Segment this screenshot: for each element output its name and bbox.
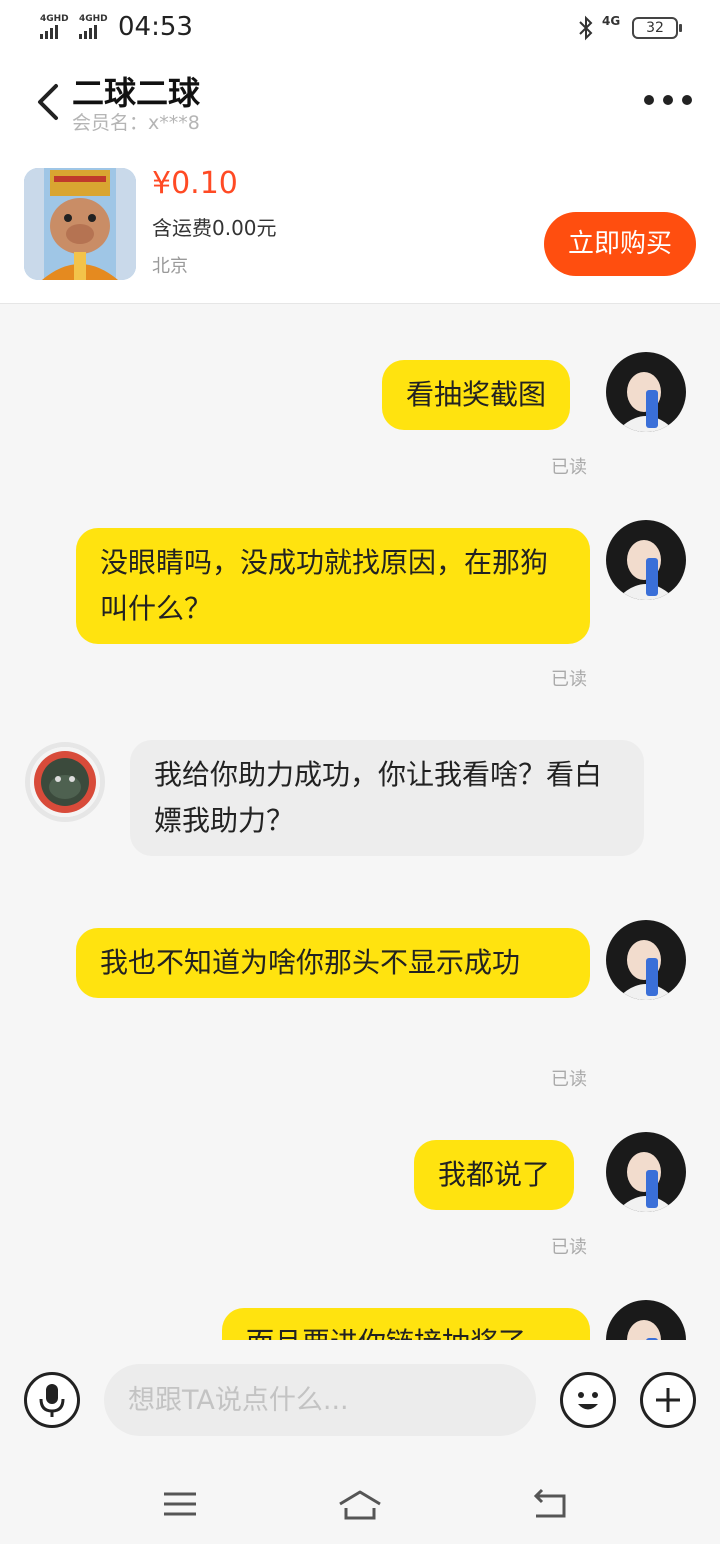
member-name: 会员名：x***8: [72, 112, 200, 134]
contact-avatar[interactable]: [25, 742, 105, 822]
emoji-button[interactable]: [560, 1372, 616, 1428]
status-bar: 4GHD 4GHD 04:53 4G 32: [0, 0, 720, 58]
product-card[interactable]: ¥0.10 含运费0.00元 北京 立即购买: [0, 148, 720, 304]
signal-1-label: 4GHD: [40, 14, 69, 24]
my-avatar[interactable]: [606, 520, 686, 600]
plus-icon: [656, 1388, 680, 1412]
message-bubble[interactable]: 我都说了: [414, 1140, 575, 1210]
buy-now-button[interactable]: 立即购买: [544, 212, 696, 276]
message-input[interactable]: [104, 1364, 536, 1436]
home-icon[interactable]: [336, 1486, 384, 1522]
my-avatar[interactable]: [606, 352, 686, 432]
message-bubble[interactable]: 我也不知道为啥你那头不显示成功: [76, 928, 590, 998]
read-status: 已读: [551, 669, 587, 690]
message-bubble[interactable]: 而且要进你链接抽奖了: [222, 1308, 590, 1340]
bluetooth-icon: [579, 15, 593, 41]
microphone-icon: [39, 1384, 65, 1417]
read-status: 已读: [551, 457, 587, 478]
read-status: 已读: [551, 1237, 587, 1258]
message-bubble[interactable]: 我给你助力成功，你让我看啥？看白嫖我助力？: [130, 740, 644, 856]
battery-icon: 32: [632, 17, 682, 39]
signal-1-icon: 4GHD: [40, 14, 69, 39]
my-avatar[interactable]: [606, 1300, 686, 1340]
clock: 04:53: [118, 12, 193, 42]
add-button[interactable]: [640, 1372, 696, 1428]
signal-2-label: 4GHD: [79, 14, 108, 24]
chat-header: 二球二球 会员名：x***8: [0, 58, 720, 148]
chat-messages[interactable]: 看抽奖截图 已读 没眼睛吗，没成功就找原因，在那狗叫什么？ 已读 我给你助力成功…: [0, 305, 720, 1340]
my-avatar[interactable]: [606, 1132, 686, 1212]
more-icon[interactable]: [644, 92, 692, 108]
battery-level: 32: [646, 20, 664, 36]
menu-icon[interactable]: [160, 1486, 200, 1522]
product-image[interactable]: [24, 168, 136, 280]
product-price: ¥0.10: [152, 166, 238, 201]
signal-2-icon: 4GHD: [79, 14, 108, 39]
message-bubble[interactable]: 没眼睛吗，没成功就找原因，在那狗叫什么？: [76, 528, 590, 644]
chevron-left-icon[interactable]: [30, 80, 64, 124]
shipping-fee: 含运费0.00元: [152, 216, 277, 240]
read-status: 已读: [551, 1069, 587, 1090]
input-bar: [0, 1340, 720, 1464]
emoji-icon: [578, 1392, 598, 1410]
back-nav-icon[interactable]: [530, 1486, 570, 1522]
my-avatar[interactable]: [606, 920, 686, 1000]
message-bubble[interactable]: 看抽奖截图: [382, 360, 571, 430]
system-nav-bar: [0, 1464, 720, 1544]
voice-button[interactable]: [24, 1372, 80, 1428]
product-location: 北京: [152, 256, 188, 277]
network-icon: 4G: [602, 14, 621, 28]
